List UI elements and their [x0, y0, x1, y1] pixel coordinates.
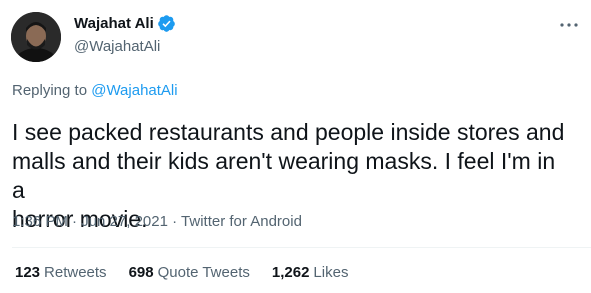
- likes-count: 1,262: [271, 264, 310, 281]
- quote-tweets-stat[interactable]: 698 Quote Tweets: [129, 264, 250, 281]
- verified-badge-icon: [157, 14, 176, 33]
- likes-stat[interactable]: 1,262 Likes: [272, 264, 349, 281]
- tweet-meta: 1:36 PM · Jun 27, 2021 · Twitter for And…: [12, 213, 302, 230]
- avatar[interactable]: [11, 12, 61, 62]
- reply-mention-link[interactable]: @WajahatAli: [91, 82, 177, 99]
- tweet-stats: 123 Retweets 698 Quote Tweets 1,262 Likes: [15, 264, 370, 281]
- replying-to: Replying to @WajahatAli: [12, 82, 178, 99]
- quote-tweets-count: 698: [128, 264, 154, 281]
- quote-tweets-label: Quote Tweets: [157, 264, 250, 281]
- divider: [12, 247, 591, 248]
- retweets-count: 123: [15, 264, 41, 281]
- display-name[interactable]: Wajahat Ali: [74, 15, 154, 32]
- replying-prefix: Replying to: [12, 82, 88, 99]
- author-handle[interactable]: @WajahatAli: [74, 38, 160, 55]
- avatar-image: [11, 12, 61, 62]
- tweet-time[interactable]: 1:36 PM: [12, 213, 68, 230]
- retweets-stat[interactable]: 123 Retweets: [15, 264, 107, 281]
- more-options-icon[interactable]: [556, 18, 582, 32]
- likes-label: Likes: [313, 264, 349, 281]
- retweets-label: Retweets: [44, 264, 107, 281]
- meta-separator: ·: [167, 213, 182, 230]
- author-name-row: Wajahat Ali: [74, 14, 176, 33]
- tweet-source[interactable]: Twitter for Android: [181, 213, 302, 230]
- tweet-date[interactable]: Jun 27, 2021: [81, 213, 168, 230]
- meta-separator: ·: [67, 213, 82, 230]
